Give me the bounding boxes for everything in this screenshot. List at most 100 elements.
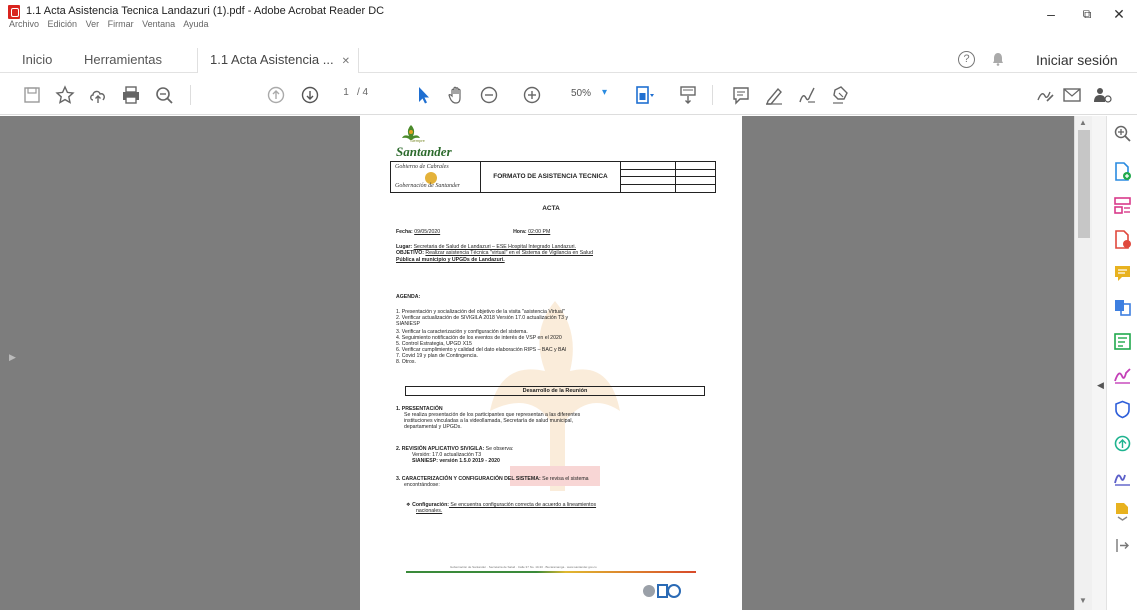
date-time-line: Fecha: 09/05/2020 Hora: 02:00 PM [396,229,550,235]
section-title-box: Desarrollo de la Reunión [405,386,705,396]
document-viewport[interactable]: ▶ Siempre Santander Gobierno de Cabrales… [0,116,1092,610]
vertical-scrollbar[interactable]: ▲ ▼ [1074,116,1092,610]
logo-text: Santander [396,144,452,159]
tab-document[interactable]: 1.1 Acta Asistencia ... ✕ [197,48,359,73]
agenda-item: 2. Verificar actualización de SIVIGILA 2… [396,315,569,321]
bookmark-star-icon[interactable] [53,83,77,107]
stamp-icon[interactable] [828,83,852,107]
comment-icon[interactable] [729,83,753,107]
save-icon[interactable] [20,83,44,107]
footer-logo-icon [643,584,681,598]
menu-ayuda[interactable]: Ayuda [183,19,208,29]
left-pane-toggle[interactable]: ▶ [0,116,25,610]
more-tools-icon[interactable] [1113,502,1132,521]
zoom-icon[interactable] [1113,124,1132,143]
email-icon[interactable] [1060,83,1084,107]
comment-tool-icon[interactable] [1113,264,1132,283]
zoom-in-icon[interactable] [520,83,544,107]
tab-close-icon[interactable]: ✕ [342,56,350,67]
footer-color-line [406,571,696,573]
header-signatures-cell: Gobierno de Cabrales Gobernación de Sant… [391,162,481,192]
acrobat-logo-icon [8,5,20,19]
menu-bar: Archivo Edición Ver Firmar Ventana Ayuda [9,19,215,29]
s3-text: encontrándose: [404,482,440,488]
combine-files-icon[interactable] [1113,298,1132,317]
zoom-level-select[interactable]: 50% [571,88,591,99]
minimize-button[interactable]: – [1038,4,1064,24]
account-icon[interactable] [1090,83,1114,107]
organize-pages-icon[interactable] [1113,196,1132,215]
scroll-up-icon[interactable]: ▲ [1079,118,1087,127]
help-icon[interactable]: ? [958,51,975,68]
s3-bullet-line-2: nacionales. [416,508,442,514]
objetivo-value: Realizar asistencia Técnica "virtual" en… [425,250,593,256]
export-pdf-icon[interactable] [1113,230,1132,249]
scribble-bottom: Gobernación de Santander [395,183,460,189]
logo-tagline: Siempre [410,138,425,143]
s1-text: departamental y UPGDs. [404,424,462,430]
header-meta-cell [621,162,715,192]
s2-text: SIANIESP: versión 1.5.0 2019 - 2020 [412,458,500,464]
select-arrow-icon[interactable] [411,83,435,107]
draw-icon[interactable] [795,83,819,107]
highlight-pen-icon[interactable] [762,83,786,107]
page-indicator: 1/ 4 [335,87,368,98]
scribble-top: Gobierno de Cabrales [395,164,449,170]
restore-button[interactable]: ⧉ [1074,4,1100,24]
agenda-label: AGENDA: [396,294,421,300]
fill-sign-icon[interactable] [1113,366,1132,385]
search-zoom-icon[interactable] [152,83,176,107]
print-icon[interactable] [119,83,143,107]
protect-icon[interactable] [1113,400,1132,419]
format-title: FORMATO DE ASISTENCIA TECNICA [481,162,621,192]
edit-pdf-icon[interactable] [1113,332,1132,351]
compress-icon[interactable] [1113,434,1132,453]
watermark-logo-icon [490,301,620,491]
scroll-mode-icon[interactable] [676,83,700,107]
footer-logos [642,582,682,605]
hora-label: Hora: [513,229,527,235]
menu-ver[interactable]: Ver [86,19,100,29]
sign-icon[interactable] [1033,83,1057,107]
collapse-right-icon[interactable]: ◀ [1097,380,1104,391]
page-up-icon[interactable] [264,83,288,107]
tab-tools[interactable]: Herramientas [84,48,162,73]
toolbar-separator [712,85,713,105]
s3-bullet-text: Se encuentra configuración correcta de a… [448,502,597,508]
zoom-out-icon[interactable] [477,83,501,107]
notification-bell-icon[interactable] [992,52,1004,69]
menu-firmar[interactable]: Firmar [108,19,134,29]
menu-ventana[interactable]: Ventana [142,19,175,29]
fecha-value: 09/05/2020 [414,229,441,235]
fecha-label: Fecha: [396,229,413,235]
close-window-button[interactable]: ✕ [1106,4,1132,24]
create-pdf-icon[interactable] [1113,162,1132,181]
s3-bullet-text-2: nacionales. [416,508,443,514]
menu-archivo[interactable]: Archivo [9,19,39,29]
s3-suffix: Se revisa el sistema [540,476,589,482]
page-total: / 4 [357,87,369,98]
hand-icon[interactable] [444,83,468,107]
objetivo-line: OBJETIVO: Realizar asistencia Técnica "v… [396,250,593,256]
scroll-down-icon[interactable]: ▼ [1079,596,1087,605]
zoom-dropdown-icon[interactable]: ▾ [602,87,607,98]
s2-suffix: Se observa: [484,446,514,452]
page-number-input[interactable]: 1 [335,87,357,98]
footer-text: Gobernación de Santander · Secretaría de… [450,565,597,569]
page-down-icon[interactable] [298,83,322,107]
upload-cloud-icon[interactable] [86,83,110,107]
tab-bar: Inicio Herramientas 1.1 Acta Asistencia … [0,48,1137,73]
sign-in-button[interactable]: Iniciar sesión [1036,52,1118,68]
hora-value: 02:00 PM [528,229,551,235]
agenda-item: 8. Otros. [396,359,416,365]
fit-page-icon[interactable] [632,83,656,107]
tab-home[interactable]: Inicio [22,48,52,73]
scrollbar-thumb[interactable] [1078,130,1090,238]
toolbar-separator [190,85,191,105]
window-title: 1.1 Acta Asistencia Tecnica Landazuri (1… [26,5,385,17]
right-pane-toggle[interactable] [1092,116,1106,610]
menu-edicion[interactable]: Edición [48,19,78,29]
send-sign-icon[interactable] [1113,468,1132,487]
tools-pane [1106,116,1137,610]
expand-pane-icon[interactable] [1113,536,1132,555]
